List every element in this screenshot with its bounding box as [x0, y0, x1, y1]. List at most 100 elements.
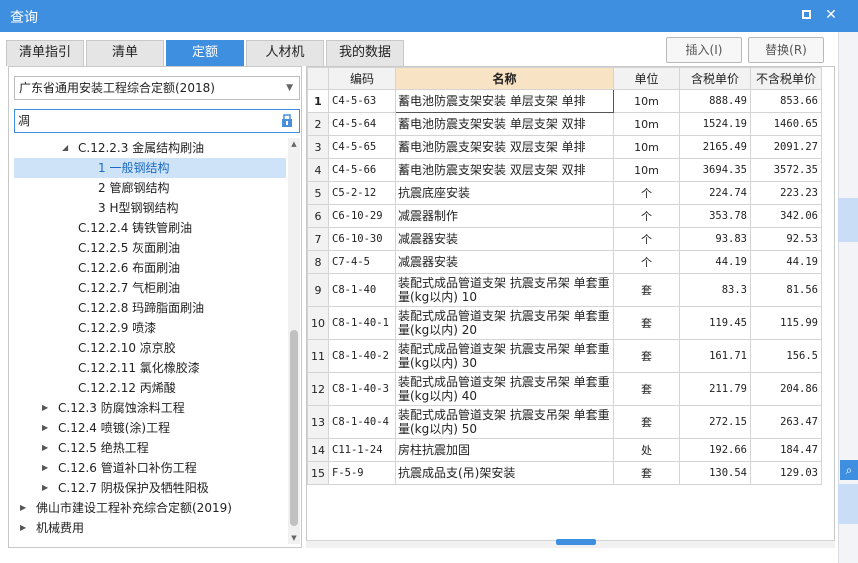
- tree-scrollbar[interactable]: ▲ ▼: [288, 138, 300, 544]
- table-row[interactable]: 8 C7-4-5 减震器安装 个 44.19 44.19: [307, 250, 822, 274]
- row-code[interactable]: C5-2-12: [328, 181, 396, 205]
- tree-node[interactable]: C.12.2.6 布面刷油: [14, 258, 286, 278]
- table-row[interactable]: 9 C8-1-40 装配式成品管道支架 抗震支吊架 单套重量(kg以内) 10 …: [307, 273, 822, 307]
- row-notax-price[interactable]: 853.66: [750, 89, 822, 113]
- row-code[interactable]: C4-5-64: [328, 112, 396, 136]
- table-row[interactable]: 14 C11-1-24 房柱抗震加固 处 192.66 184.47: [307, 438, 822, 462]
- expand-arrow-icon[interactable]: ▶: [42, 438, 48, 458]
- row-tax-price[interactable]: 161.71: [679, 339, 751, 373]
- header-unit[interactable]: 单位: [613, 67, 680, 90]
- table-row[interactable]: 12 C8-1-40-3 装配式成品管道支架 抗震支吊架 单套重量(kg以内) …: [307, 372, 822, 406]
- row-tax-price[interactable]: 192.66: [679, 438, 751, 462]
- row-unit[interactable]: 套: [613, 461, 680, 485]
- row-code[interactable]: C11-1-24: [328, 438, 396, 462]
- row-code[interactable]: C8-1-40-3: [328, 372, 396, 406]
- table-row[interactable]: 15 F-5-9 抗震成品支(吊)架安装 套 130.54 129.03: [307, 461, 822, 485]
- row-notax-price[interactable]: 2091.27: [750, 135, 822, 159]
- row-notax-price[interactable]: 81.56: [750, 273, 822, 307]
- tree-node[interactable]: 3 H型钢钢结构: [14, 198, 286, 218]
- row-notax-price[interactable]: 342.06: [750, 204, 822, 228]
- row-tax-price[interactable]: 224.74: [679, 181, 751, 205]
- row-tax-price[interactable]: 1524.19: [679, 112, 751, 136]
- row-unit[interactable]: 套: [613, 372, 680, 406]
- table-row[interactable]: 10 C8-1-40-1 装配式成品管道支架 抗震支吊架 单套重量(kg以内) …: [307, 306, 822, 340]
- collapse-arrow-icon[interactable]: ◢: [62, 138, 68, 158]
- table-row[interactable]: 7 C6-10-30 减震器安装 个 93.83 92.53: [307, 227, 822, 251]
- row-code[interactable]: C6-10-29: [328, 204, 396, 228]
- row-name[interactable]: 装配式成品管道支架 抗震支吊架 单套重量(kg以内) 50: [395, 405, 614, 439]
- row-tax-price[interactable]: 44.19: [679, 250, 751, 274]
- table-row[interactable]: 2 C4-5-64 蓄电池防震支架安装 单层支架 双排 10m 1524.19 …: [307, 112, 822, 136]
- row-name[interactable]: 减震器安装: [395, 227, 614, 251]
- row-code[interactable]: F-5-9: [328, 461, 396, 485]
- header-tax-price[interactable]: 含税单价: [679, 67, 751, 90]
- table-row[interactable]: 1 C4-5-63 蓄电池防震支架安装 单层支架 单排 10m 888.49 8…: [307, 89, 822, 113]
- row-notax-price[interactable]: 115.99: [750, 306, 822, 340]
- row-name[interactable]: 蓄电池防震支架安装 双层支架 双排: [395, 158, 614, 182]
- row-tax-price[interactable]: 353.78: [679, 204, 751, 228]
- row-name[interactable]: 减震器安装: [395, 250, 614, 274]
- tree-node[interactable]: ▶ C.12.3 防腐蚀涂料工程: [14, 398, 286, 418]
- search-input[interactable]: [18, 110, 268, 131]
- tree-node[interactable]: ▶ C.12.4 喷镀(涂)工程: [14, 418, 286, 438]
- row-name[interactable]: 抗震底座安装: [395, 181, 614, 205]
- tab-bill[interactable]: 清单: [86, 40, 164, 66]
- tab-labor-material-machine[interactable]: 人材机: [246, 40, 324, 66]
- insert-button[interactable]: 插入(I): [666, 37, 742, 63]
- row-tax-price[interactable]: 93.83: [679, 227, 751, 251]
- tree-node[interactable]: ▶ C.12.7 阴极保护及牺牲阳极: [14, 478, 286, 498]
- row-tax-price[interactable]: 2165.49: [679, 135, 751, 159]
- row-code[interactable]: C7-4-5: [328, 250, 396, 274]
- table-row[interactable]: 11 C8-1-40-2 装配式成品管道支架 抗震支吊架 单套重量(kg以内) …: [307, 339, 822, 373]
- row-code[interactable]: C8-1-40: [328, 273, 396, 307]
- row-notax-price[interactable]: 204.86: [750, 372, 822, 406]
- tree-node[interactable]: ▶ C.12.5 绝热工程: [14, 438, 286, 458]
- tree-node[interactable]: 2 管廊钢结构: [14, 178, 286, 198]
- expand-arrow-icon[interactable]: ▶: [20, 498, 26, 518]
- row-unit[interactable]: 个: [613, 227, 680, 251]
- tree-node[interactable]: ◢ C.12.2.3 金属结构刷油: [14, 138, 286, 158]
- row-tax-price[interactable]: 83.3: [679, 273, 751, 307]
- row-name[interactable]: 抗震成品支(吊)架安装: [395, 461, 614, 485]
- row-code[interactable]: C4-5-65: [328, 135, 396, 159]
- row-unit[interactable]: 套: [613, 306, 680, 340]
- row-notax-price[interactable]: 263.47: [750, 405, 822, 439]
- tab-bill-guide[interactable]: 清单指引: [6, 40, 84, 66]
- row-tax-price[interactable]: 3694.35: [679, 158, 751, 182]
- row-unit[interactable]: 个: [613, 250, 680, 274]
- table-row[interactable]: 5 C5-2-12 抗震底座安装 个 224.74 223.23: [307, 181, 822, 205]
- tree-node[interactable]: C.12.2.10 凉京胶: [14, 338, 286, 358]
- row-name[interactable]: 装配式成品管道支架 抗震支吊架 单套重量(kg以内) 30: [395, 339, 614, 373]
- row-tax-price[interactable]: 130.54: [679, 461, 751, 485]
- row-unit[interactable]: 10m: [613, 158, 680, 182]
- row-unit[interactable]: 套: [613, 405, 680, 439]
- header-name[interactable]: 名称: [395, 67, 614, 90]
- expand-arrow-icon[interactable]: ▶: [20, 518, 26, 538]
- row-notax-price[interactable]: 223.23: [750, 181, 822, 205]
- row-code[interactable]: C4-5-63: [328, 89, 396, 113]
- row-name[interactable]: 减震器制作: [395, 204, 614, 228]
- search-filter-icon[interactable]: [281, 114, 293, 128]
- tab-quota[interactable]: 定额: [166, 40, 244, 66]
- tree-node[interactable]: C.12.2.9 喷漆: [14, 318, 286, 338]
- expand-arrow-icon[interactable]: ▶: [42, 418, 48, 438]
- row-name[interactable]: 装配式成品管道支架 抗震支吊架 单套重量(kg以内) 20: [395, 306, 614, 340]
- row-notax-price[interactable]: 1460.65: [750, 112, 822, 136]
- table-row[interactable]: 4 C4-5-66 蓄电池防震支架安装 双层支架 双排 10m 3694.35 …: [307, 158, 822, 182]
- library-select[interactable]: 广东省通用安装工程综合定额(2018) ▼: [14, 76, 300, 100]
- row-notax-price[interactable]: 184.47: [750, 438, 822, 462]
- scroll-down-icon[interactable]: ▼: [288, 532, 300, 544]
- row-tax-price[interactable]: 211.79: [679, 372, 751, 406]
- row-tax-price[interactable]: 272.15: [679, 405, 751, 439]
- row-name[interactable]: 房柱抗震加固: [395, 438, 614, 462]
- row-unit[interactable]: 个: [613, 181, 680, 205]
- panel-resize-grip[interactable]: [556, 539, 596, 545]
- header-code[interactable]: 编码: [328, 67, 396, 90]
- expand-arrow-icon[interactable]: ▶: [42, 398, 48, 418]
- search-field[interactable]: [14, 109, 300, 133]
- row-unit[interactable]: 套: [613, 273, 680, 307]
- table-row[interactable]: 6 C6-10-29 减震器制作 个 353.78 342.06: [307, 204, 822, 228]
- row-name[interactable]: 蓄电池防震支架安装 双层支架 单排: [395, 135, 614, 159]
- tree-node[interactable]: ▶ 佛山市建设工程补充综合定额(2019): [14, 498, 286, 518]
- row-notax-price[interactable]: 129.03: [750, 461, 822, 485]
